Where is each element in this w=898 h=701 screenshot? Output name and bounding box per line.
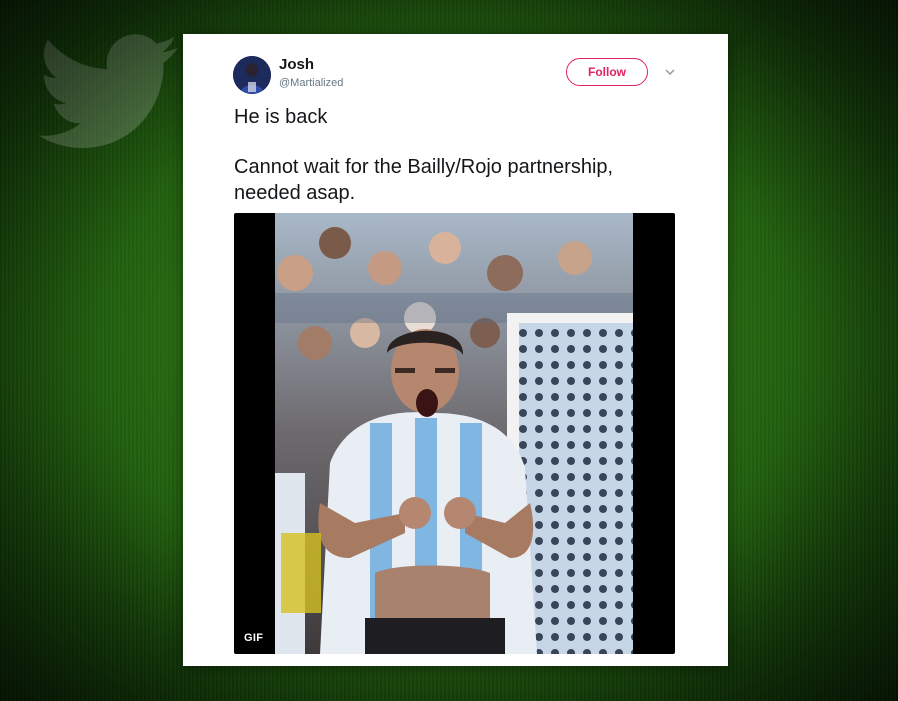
gif-badge: GIF — [244, 632, 264, 644]
gif-media[interactable]: GIF — [234, 213, 675, 654]
author-handle[interactable]: @Martialized — [279, 77, 343, 89]
author-name[interactable]: Josh — [279, 56, 314, 73]
tweet-text-line-2: Cannot wait for the Bailly/Rojo partners… — [234, 156, 614, 178]
avatar[interactable] — [233, 56, 271, 94]
follow-button[interactable]: Follow — [566, 58, 648, 86]
tweet-card: Josh @Martialized Follow He is back Cann… — [183, 34, 728, 666]
tweet-text-line-3: needed asap. — [234, 182, 356, 204]
chevron-down-icon[interactable] — [664, 66, 676, 78]
gif-image — [275, 213, 633, 654]
twitter-bird-icon — [38, 34, 178, 148]
tweet-text-line-1: He is back — [234, 106, 328, 128]
